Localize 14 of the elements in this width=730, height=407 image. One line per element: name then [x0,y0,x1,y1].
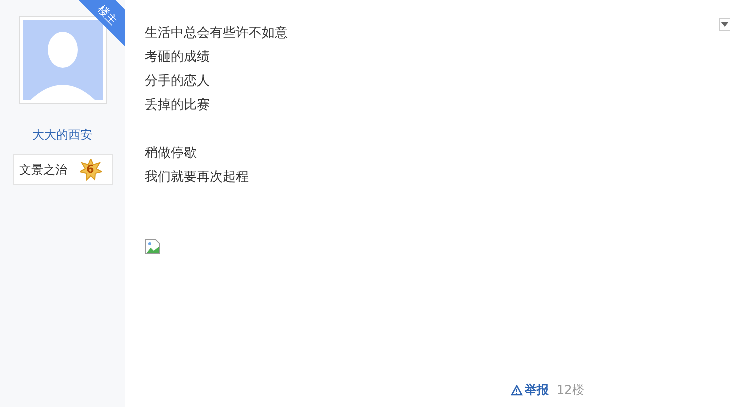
text-line: 丢掉的比赛 [145,97,210,115]
username-link[interactable]: 大大的西安 [32,126,92,144]
title-label: 文景之治 [20,162,68,178]
text-line: 生活中总会有些许不如意 [145,25,288,43]
caret-icon [721,22,729,27]
text-line: 分手的恋人 [145,73,210,91]
dropdown-button[interactable] [719,18,730,31]
floor-number: 12楼 [557,382,584,399]
report-link[interactable]: 举报 [511,381,549,399]
text-line: 我们就要再次起程 [145,169,249,187]
warning-icon [511,384,523,396]
text-line: 考砸的成绩 [145,49,210,67]
level-badge: 6 [80,158,102,180]
text-line: 稍做停歇 [145,145,197,163]
